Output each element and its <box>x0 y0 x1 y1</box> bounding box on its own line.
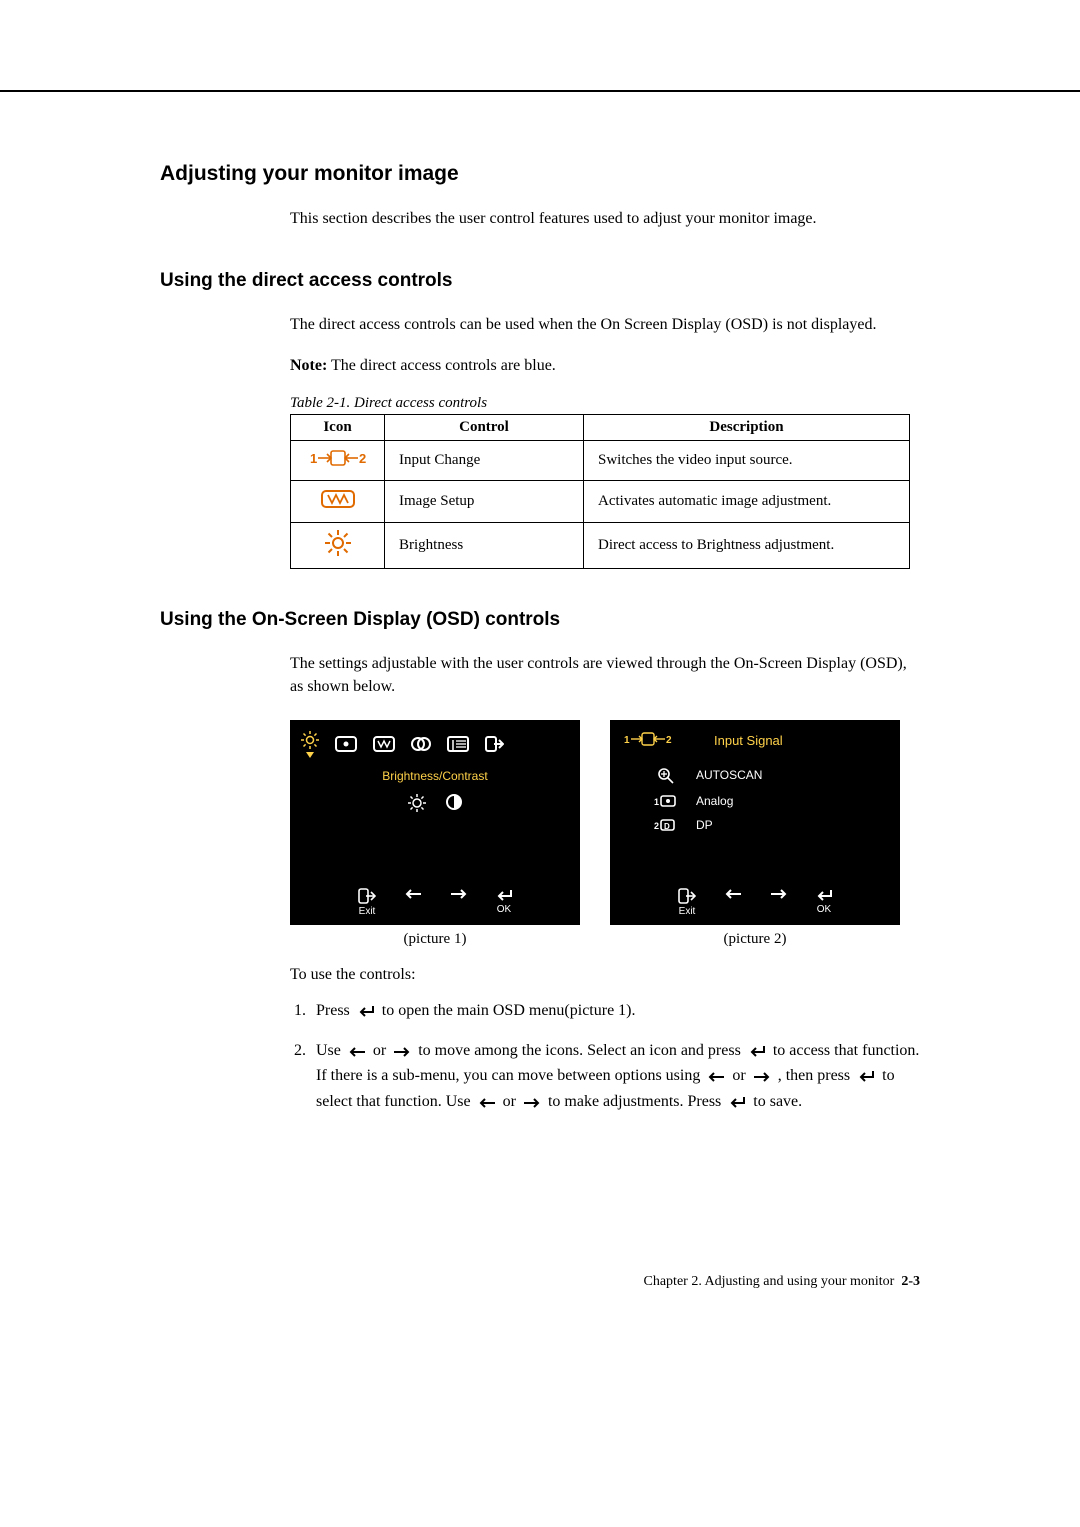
exit-label: Exit <box>359 906 376 917</box>
note-text: The direct access controls are blue. <box>327 357 556 374</box>
right-arrow-icon <box>523 1097 541 1109</box>
svg-text:2: 2 <box>359 451 366 466</box>
text: Use <box>316 1042 345 1059</box>
osd-right-button <box>770 888 788 917</box>
osd-picture-2: 1 2 Input Signal <box>610 720 900 925</box>
text: to open the main OSD menu(picture 1). <box>382 1002 636 1019</box>
enter-icon <box>357 1004 375 1018</box>
enter-icon <box>748 1044 766 1058</box>
th-description: Description <box>584 415 910 441</box>
page-footer: Chapter 2. Adjusting and using your moni… <box>160 1274 920 1290</box>
dp-option: 2D DP <box>654 813 886 837</box>
text: to save. <box>753 1093 802 1110</box>
osd-picture-1: Brightness/Contrast Exit <box>290 720 580 925</box>
brightness-icon <box>291 523 385 569</box>
option-label: DP <box>696 818 713 832</box>
subsection-heading-direct: Using the direct access controls <box>160 270 920 292</box>
osd1-caption: (picture 1) <box>290 931 580 948</box>
list-item: Press to open the main OSD menu(picture … <box>310 998 920 1024</box>
direct-access-table: Icon Control Description 1 2 <box>290 414 910 569</box>
intro-paragraph: This section describes the user control … <box>290 208 920 230</box>
text: to make adjustments. Press <box>548 1093 725 1110</box>
table-row: Brightness Direct access to Brightness a… <box>291 523 910 569</box>
option-label: Analog <box>696 794 733 808</box>
text: or <box>503 1093 520 1110</box>
text: , then press <box>778 1067 854 1084</box>
osd-ok-button: OK <box>496 888 512 917</box>
direct-desc-paragraph: The direct access controls can be used w… <box>290 314 920 336</box>
osd2-title: Input Signal <box>714 733 783 748</box>
svg-text:1: 1 <box>654 797 659 807</box>
dp-icon: 2D <box>654 818 676 832</box>
option-label: AUTOSCAN <box>696 768 762 782</box>
left-arrow-icon <box>478 1097 496 1109</box>
enter-icon <box>857 1069 875 1083</box>
svg-text:1: 1 <box>310 451 317 466</box>
svg-text:2: 2 <box>666 735 672 746</box>
page-number: 2-3 <box>901 1274 920 1289</box>
text: Press <box>316 1002 354 1019</box>
table-row: Image Setup Activates automatic image ad… <box>291 481 910 523</box>
exit-tab-icon <box>484 735 504 756</box>
input-signal-tab-icon: 1 2 <box>624 730 672 751</box>
image-setup-icon <box>291 481 385 523</box>
color-tab-icon <box>410 735 432 756</box>
osd-desc-paragraph: The settings adjustable with the user co… <box>290 653 920 698</box>
options-tab-icon <box>446 735 470 756</box>
osd-right-button <box>450 888 468 917</box>
th-control: Control <box>385 415 584 441</box>
input-change-icon: 1 2 <box>291 441 385 481</box>
instruction-list: Press to open the main OSD menu(picture … <box>310 998 920 1114</box>
desc-cell: Switches the video input source. <box>584 441 910 481</box>
text: or <box>732 1067 749 1084</box>
note-paragraph: Note: The direct access controls are blu… <box>290 355 920 377</box>
image-setup-tab-icon <box>372 735 396 756</box>
analog-icon: 1 <box>654 794 676 808</box>
table-row: 1 2 Input Change Switches the video inpu… <box>291 441 910 481</box>
control-cell: Brightness <box>385 523 584 569</box>
osd-exit-button: Exit <box>678 888 696 917</box>
th-icon: Icon <box>291 415 385 441</box>
osd-ok-button: OK <box>816 888 832 917</box>
control-cell: Image Setup <box>385 481 584 523</box>
analog-option: 1 Analog <box>654 789 886 813</box>
svg-text:D: D <box>664 822 670 831</box>
note-label: Note: <box>290 357 327 374</box>
osd-screenshots: Brightness/Contrast Exit <box>290 720 920 948</box>
list-item: Use or to move among the icons. Select a… <box>310 1038 920 1115</box>
autoscan-icon <box>654 766 676 784</box>
contrast-sub-icon <box>445 793 463 816</box>
chapter-label: Chapter 2. Adjusting and using your moni… <box>644 1274 895 1289</box>
desc-cell: Direct access to Brightness adjustment. <box>584 523 910 569</box>
page-body: Adjusting your monitor image This sectio… <box>0 90 1080 1350</box>
text: or <box>373 1042 390 1059</box>
osd-left-button <box>404 888 422 917</box>
brightness-tab-icon <box>300 730 320 761</box>
table-caption: Table 2-1. Direct access controls <box>290 395 920 412</box>
right-arrow-icon <box>753 1071 771 1083</box>
left-arrow-icon <box>707 1071 725 1083</box>
osd-exit-button: Exit <box>358 888 376 917</box>
ok-label: OK <box>817 904 831 915</box>
position-tab-icon <box>334 735 358 756</box>
brightness-sub-icon <box>407 793 427 816</box>
desc-cell: Activates automatic image adjustment. <box>584 481 910 523</box>
osd-left-button <box>724 888 742 917</box>
ok-label: OK <box>497 904 511 915</box>
svg-text:1: 1 <box>624 735 630 746</box>
exit-label: Exit <box>679 906 696 917</box>
osd2-caption: (picture 2) <box>610 931 900 948</box>
enter-icon <box>728 1095 746 1109</box>
subsection-heading-osd: Using the On-Screen Display (OSD) contro… <box>160 609 920 631</box>
autoscan-option: AUTOSCAN <box>654 761 886 789</box>
svg-text:2: 2 <box>654 821 659 831</box>
instructions-intro: To use the controls: <box>290 966 920 984</box>
text: to move among the icons. Select an icon … <box>418 1042 745 1059</box>
section-heading: Adjusting your monitor image <box>160 162 920 186</box>
osd1-title: Brightness/Contrast <box>290 769 580 783</box>
right-arrow-icon <box>393 1046 411 1058</box>
left-arrow-icon <box>348 1046 366 1058</box>
control-cell: Input Change <box>385 441 584 481</box>
